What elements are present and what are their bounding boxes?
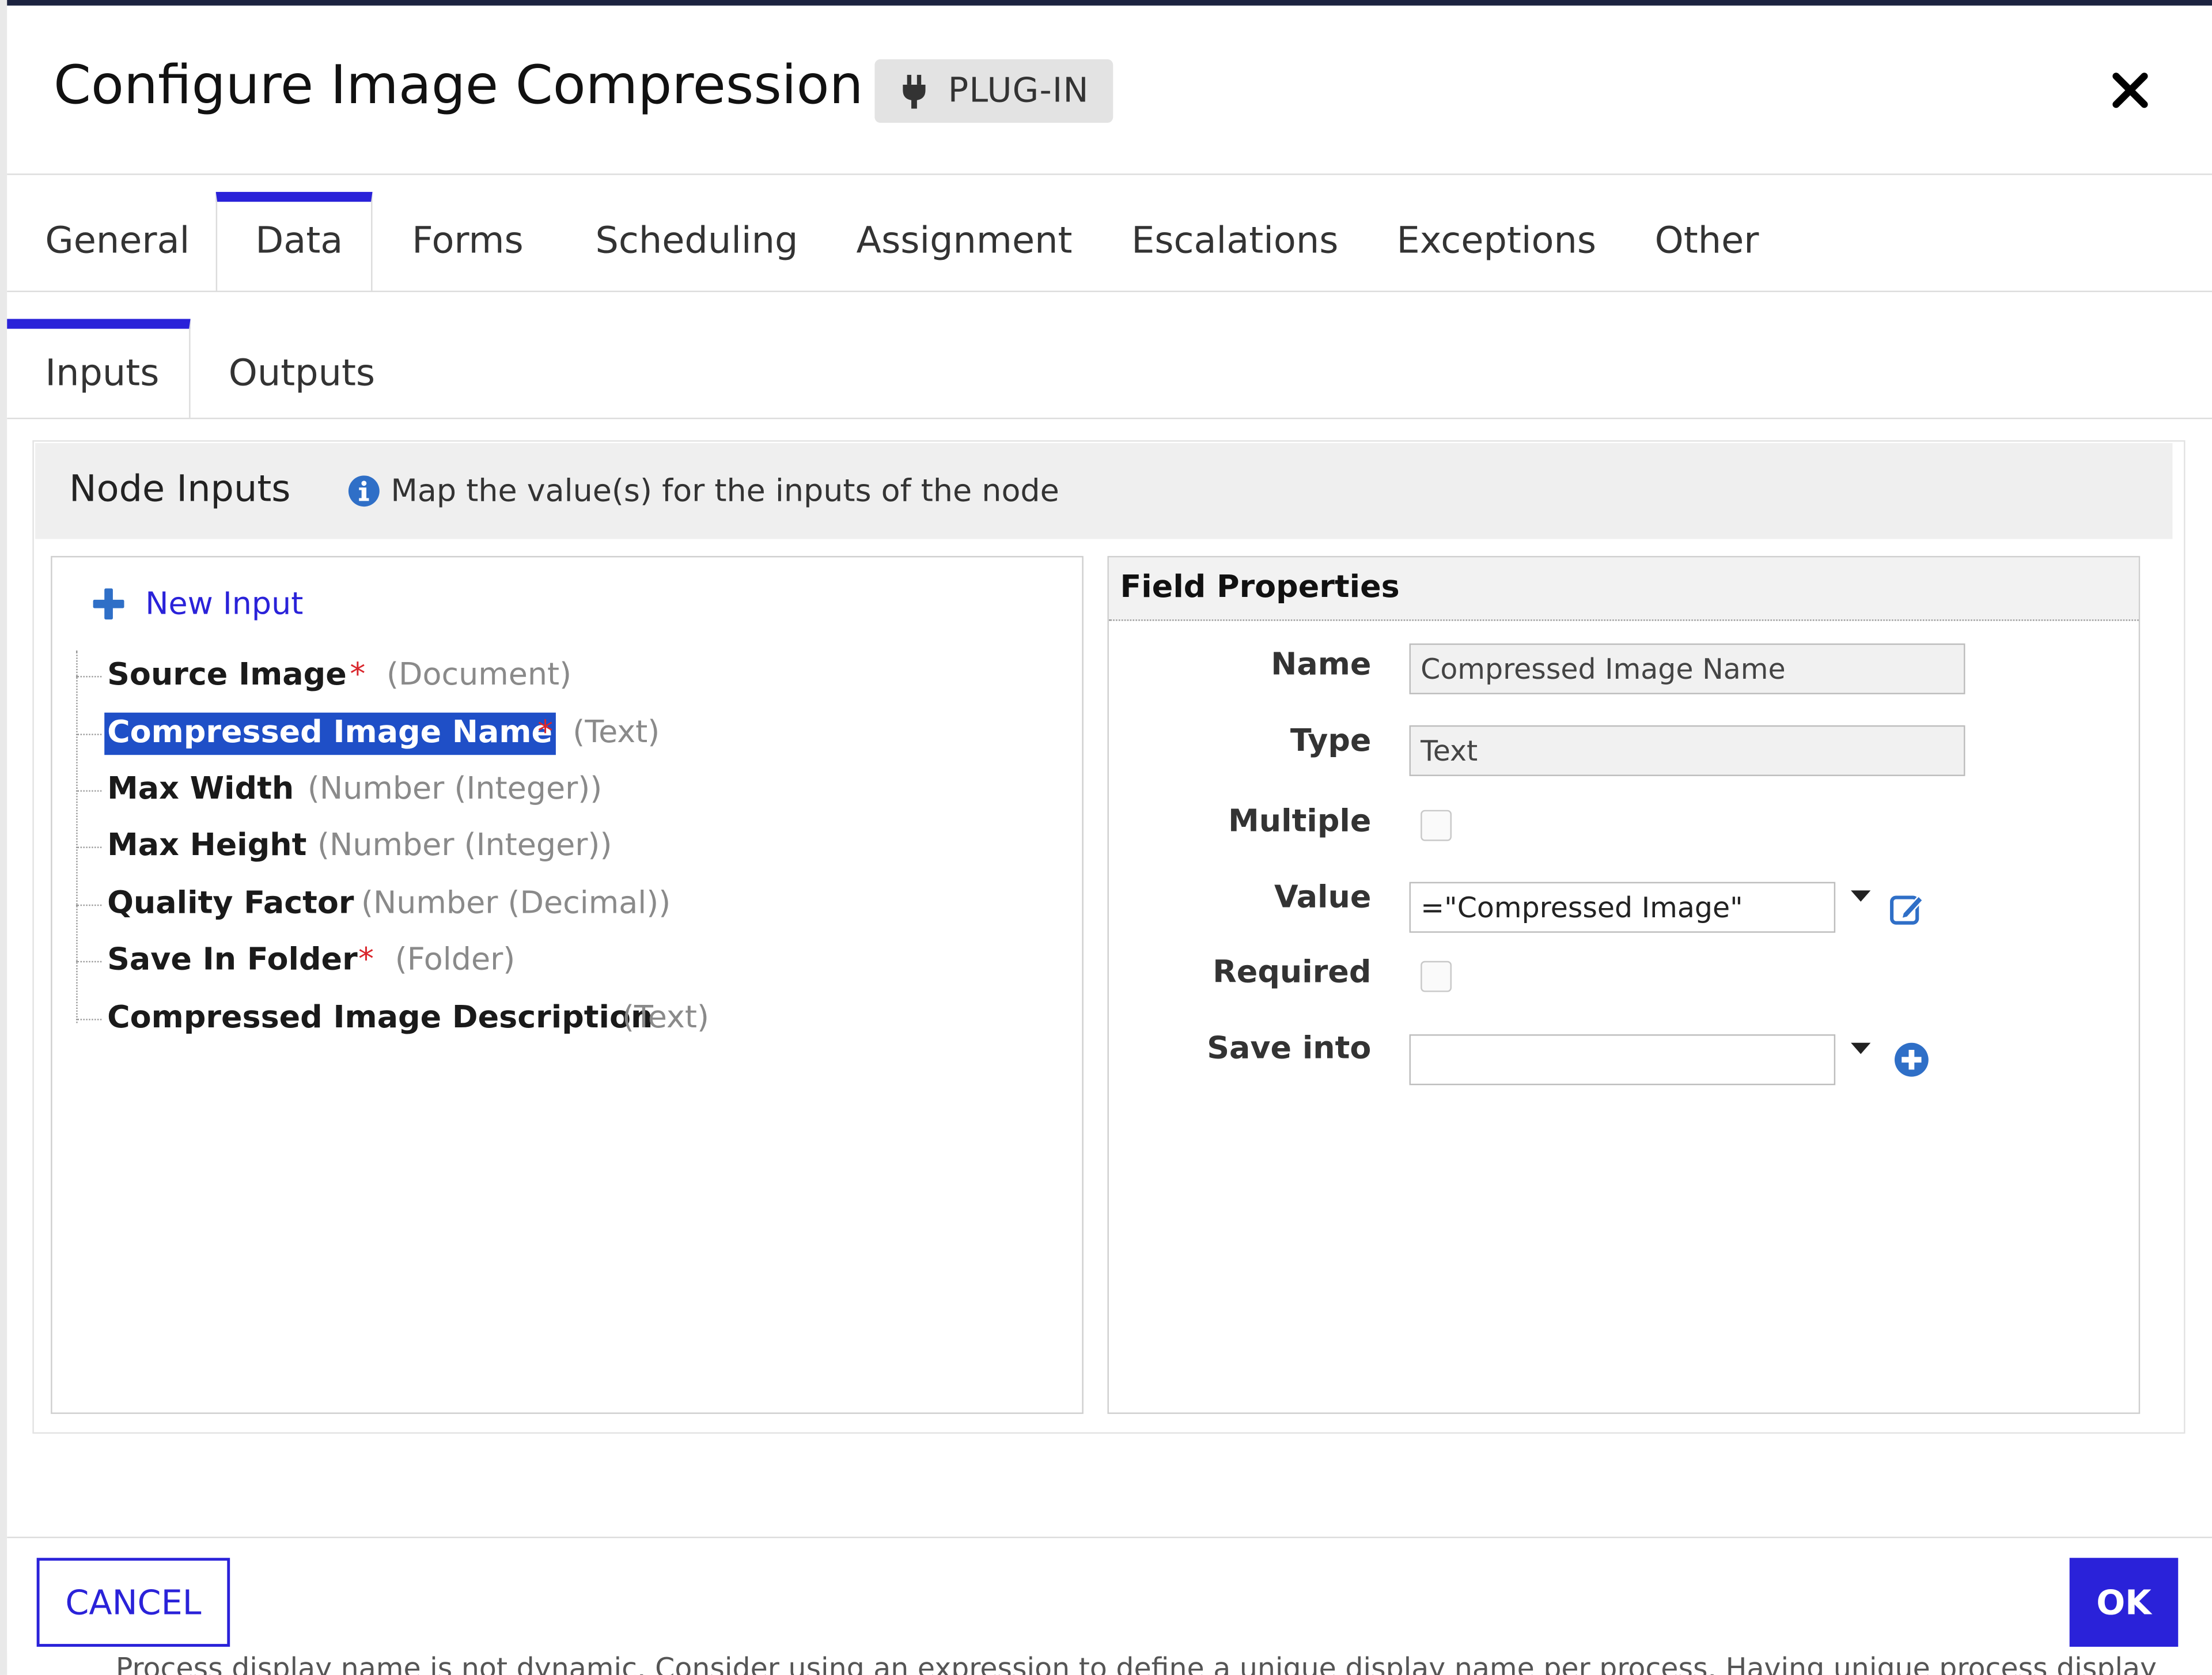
dialog-footer: CANCEL OK [7,1536,2212,1653]
tree-item-label: Quality Factor [107,886,354,922]
info-icon [348,475,380,507]
save-into-dropdown-caret[interactable] [1851,1042,1871,1054]
tab-data[interactable]: Data [255,220,343,262]
required-marker: * [537,715,554,751]
sub-tabs: Inputs Outputs [7,319,2212,419]
tree-item-type: (Document) [387,657,572,693]
plugin-badge-label: PLUG-IN [948,70,1089,111]
field-properties-title: Field Properties [1120,570,1400,606]
tree-item-label: Max Height [107,828,307,864]
tree-branch [76,1019,102,1020]
value-label: Value [1274,880,1372,916]
type-field[interactable]: Text [1409,725,1965,776]
name-field[interactable]: Compressed Image Name [1409,643,1965,694]
tab-assignment[interactable]: Assignment [857,220,1073,262]
tree-item-type: (Number (Integer)) [317,828,612,864]
tree-branch [76,676,102,678]
tree-item-label: Save In Folder [107,942,358,978]
required-marker: * [358,942,374,978]
value-expression-input[interactable]: ="Compressed Image" [1409,882,1836,933]
subtab-outputs[interactable]: Outputs [229,353,375,395]
required-marker: * [350,657,366,693]
tree-item-label: Compressed Image Description [107,1000,653,1036]
required-checkbox[interactable] [1421,961,1452,992]
type-label: Type [1290,724,1372,759]
tree-connector-line [76,650,78,1023]
node-inputs-title: Node Inputs [69,468,291,511]
tree-branch [76,790,102,792]
tab-scheduling[interactable]: Scheduling [595,220,798,262]
plug-icon [903,74,926,109]
required-label: Required [1213,955,1372,991]
background-left-strip [0,0,7,1675]
tree-branch [76,733,102,735]
node-inputs-panel: Node Inputs Map the value(s) for the inp… [32,440,2186,1434]
multiple-checkbox[interactable] [1421,810,1452,841]
save-into-label: Save into [1207,1031,1372,1067]
tree-branch [76,904,102,906]
field-properties-panel: Field Properties Name Compressed Image N… [1107,555,2141,1414]
configure-dialog: Configure Image Compression PLUG-IN Gene… [7,5,2212,1653]
close-icon[interactable] [2109,69,2151,111]
tab-escalations[interactable]: Escalations [1131,220,1338,262]
tree-item-label-selected: Compressed Image Name [104,712,555,755]
dialog-header: Configure Image Compression PLUG-IN [7,6,2212,175]
tab-general[interactable]: General [45,220,190,262]
tree-item-type: (Text) [573,715,660,751]
tab-exceptions[interactable]: Exceptions [1397,220,1597,262]
multiple-label: Multiple [1228,804,1372,840]
tab-forms[interactable]: Forms [412,220,524,262]
cancel-button[interactable]: CANCEL [36,1557,230,1647]
ok-button[interactable]: OK [2069,1557,2179,1647]
tree-item-label: Max Width [107,772,294,807]
name-label: Name [1271,648,1372,683]
tab-other[interactable]: Other [1655,220,1759,262]
node-inputs-header: Node Inputs Map the value(s) for the inp… [35,443,2173,539]
main-tabs: General Data Forms Scheduling Assignment… [7,189,2212,292]
save-into-input[interactable] [1409,1034,1836,1086]
tree-item-label: Source Image [107,657,347,693]
plugin-badge: PLUG-IN [874,59,1113,123]
background-warning-text: Process display name is not dynamic. Con… [115,1651,2157,1675]
node-inputs-description: Map the value(s) for the inputs of the n… [391,474,1059,510]
tree-branch [76,846,102,848]
field-properties-header: Field Properties [1108,557,2139,621]
tree-item-type: (Number (Integer)) [307,772,603,807]
dialog-title: Configure Image Compression [54,54,863,116]
tree-item-type: (Folder) [395,942,516,978]
value-dropdown-caret[interactable] [1851,890,1871,902]
edit-expression-icon[interactable] [1889,890,1926,927]
plus-icon [93,588,124,620]
add-circle-icon[interactable] [1893,1041,1930,1078]
tree-item-type: (Number (Decimal)) [361,886,671,922]
new-input-button[interactable]: New Input [92,583,303,625]
tree-item-type: (Text) [622,1000,710,1036]
subtab-inputs[interactable]: Inputs [45,353,159,395]
new-input-label: New Input [145,586,304,622]
tree-branch [76,961,102,963]
inputs-tree: New Input Source Image * (Document) Comp… [51,555,1084,1414]
background-top-bar [0,0,2212,6]
